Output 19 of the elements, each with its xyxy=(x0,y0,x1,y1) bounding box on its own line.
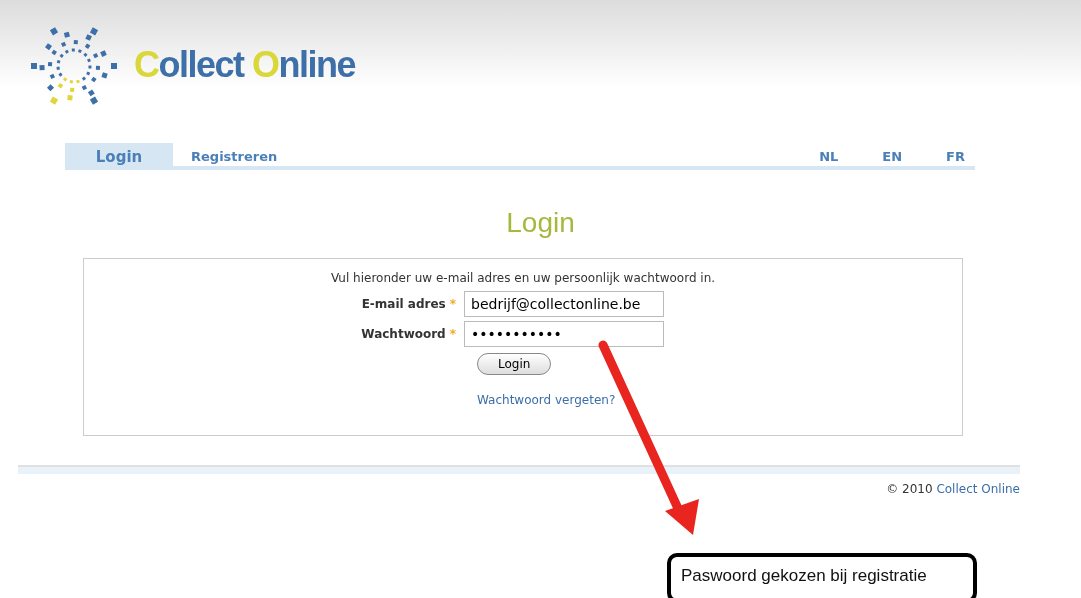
input-field[interactable]: bedrijf@collectonline.be xyxy=(464,291,664,317)
logo-text: Collect Online xyxy=(134,43,356,87)
input-field[interactable]: ••••••••••• xyxy=(464,321,664,347)
field-label: E-mail adres xyxy=(361,297,446,311)
annotation-text: Paswoord gekozen bij registratie xyxy=(681,566,927,585)
language-link[interactable]: NL xyxy=(809,143,849,166)
forgot-password-link[interactable]: Wachtwoord vergeten? xyxy=(477,393,616,407)
nav-tab[interactable]: Registreren xyxy=(173,143,296,166)
copyright-text: © 2010 xyxy=(886,482,933,496)
nav-tab[interactable]: Login xyxy=(65,143,173,166)
required-mark: * xyxy=(449,297,456,311)
required-mark: * xyxy=(449,327,456,341)
page-title: Login xyxy=(505,206,576,240)
language-link[interactable]: EN xyxy=(872,143,913,166)
language-link[interactable]: FR xyxy=(936,143,975,166)
footer-link[interactable]: Collect Online xyxy=(936,482,1020,496)
login-button[interactable]: Login xyxy=(477,353,552,375)
field-label: Wachtwoord xyxy=(361,327,446,341)
instruction-text: Vul hieronder uw e-mail adres en uw persoonlijk wachtwoord in. xyxy=(330,271,716,285)
